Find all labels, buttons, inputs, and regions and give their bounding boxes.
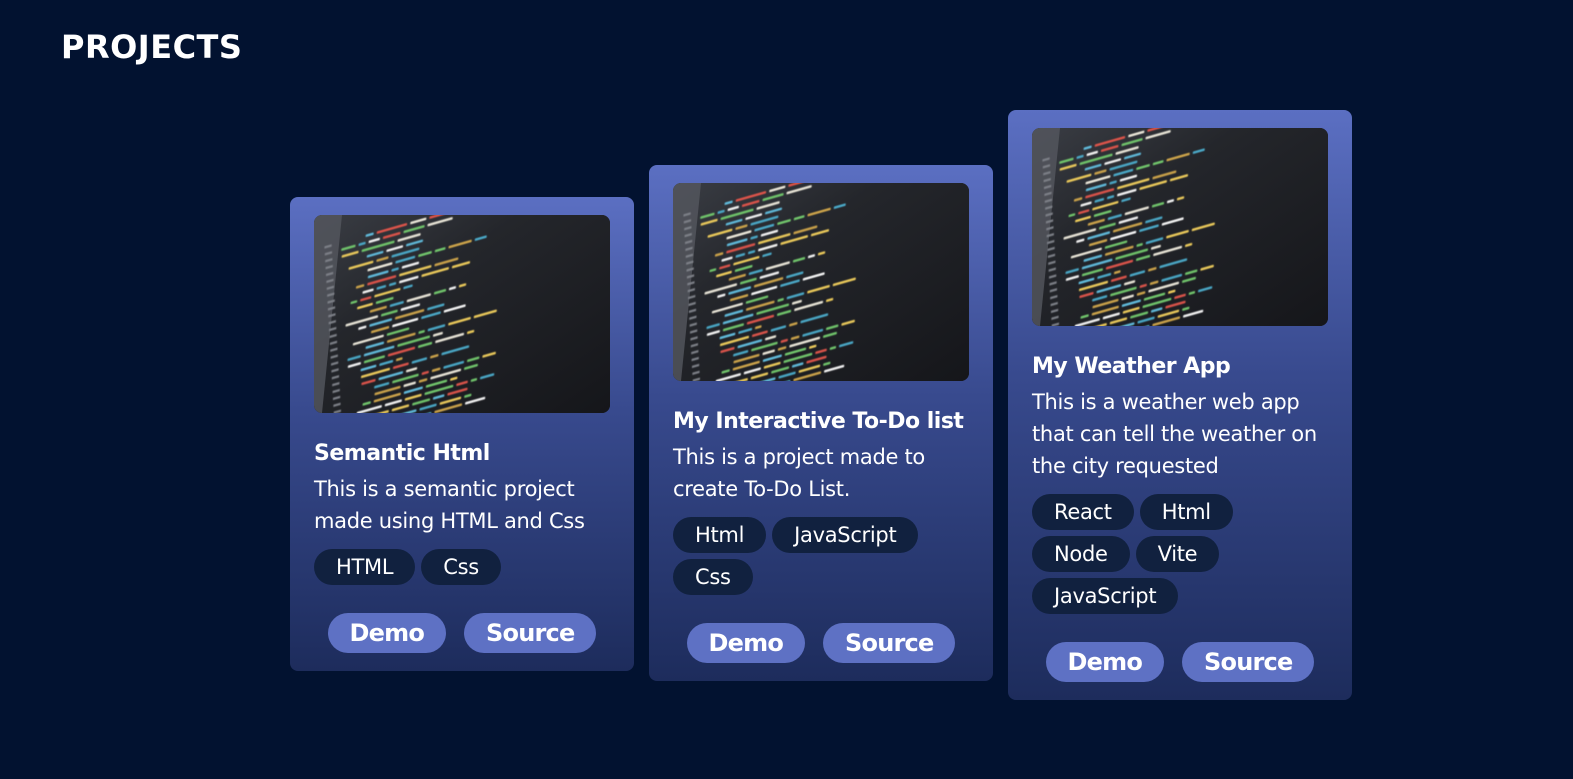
tech-tag: Html	[673, 517, 767, 553]
project-card: Semantic Html This is a semantic project…	[290, 197, 634, 671]
project-actions: Demo Source	[673, 623, 969, 663]
section-title: PROJECTS	[61, 28, 243, 66]
project-actions: Demo Source	[314, 613, 610, 653]
source-button[interactable]: Source	[823, 623, 956, 663]
tech-tags: HTML Css	[314, 549, 610, 585]
project-thumbnail	[1032, 128, 1328, 326]
project-thumbnail	[673, 183, 969, 381]
code-screen-image	[1032, 128, 1328, 326]
tech-tag: HTML	[314, 549, 416, 585]
project-cards: Semantic Html This is a semantic project…	[290, 105, 1360, 705]
demo-button[interactable]: Demo	[686, 623, 806, 663]
demo-button[interactable]: Demo	[1045, 642, 1165, 682]
tech-tag: Vite	[1135, 536, 1220, 572]
tech-tag: JavaScript	[1032, 578, 1179, 614]
project-thumbnail	[314, 215, 610, 413]
projects-page: PROJECTS Semantic Html This is a semanti…	[0, 0, 1573, 779]
project-description: This is a weather web app that can tell …	[1032, 390, 1317, 478]
code-screen-image	[314, 215, 610, 413]
tech-tag: Node	[1032, 536, 1130, 572]
tech-tag: Css	[673, 559, 753, 595]
tech-tags: Html JavaScript Css	[673, 517, 969, 595]
project-card: My Interactive To-Do list This is a proj…	[649, 165, 993, 681]
project-description: This is a semantic project made using HT…	[314, 477, 585, 533]
project-card: My Weather App This is a weather web app…	[1008, 110, 1352, 700]
project-title: My Weather App	[1032, 354, 1231, 379]
project-actions: Demo Source	[1032, 642, 1328, 682]
project-title: Semantic Html	[314, 441, 490, 466]
tech-tag: Css	[421, 549, 501, 585]
project-description: This is a project made to create To-Do L…	[673, 445, 925, 501]
source-button[interactable]: Source	[464, 613, 597, 653]
demo-button[interactable]: Demo	[327, 613, 447, 653]
tech-tag: Html	[1139, 494, 1233, 530]
source-button[interactable]: Source	[1182, 642, 1315, 682]
code-screen-image	[673, 183, 969, 381]
project-title: My Interactive To-Do list	[673, 409, 964, 434]
tech-tags: React Html Node Vite JavaScript	[1032, 494, 1328, 614]
tech-tag: React	[1032, 494, 1134, 530]
tech-tag: JavaScript	[772, 517, 919, 553]
